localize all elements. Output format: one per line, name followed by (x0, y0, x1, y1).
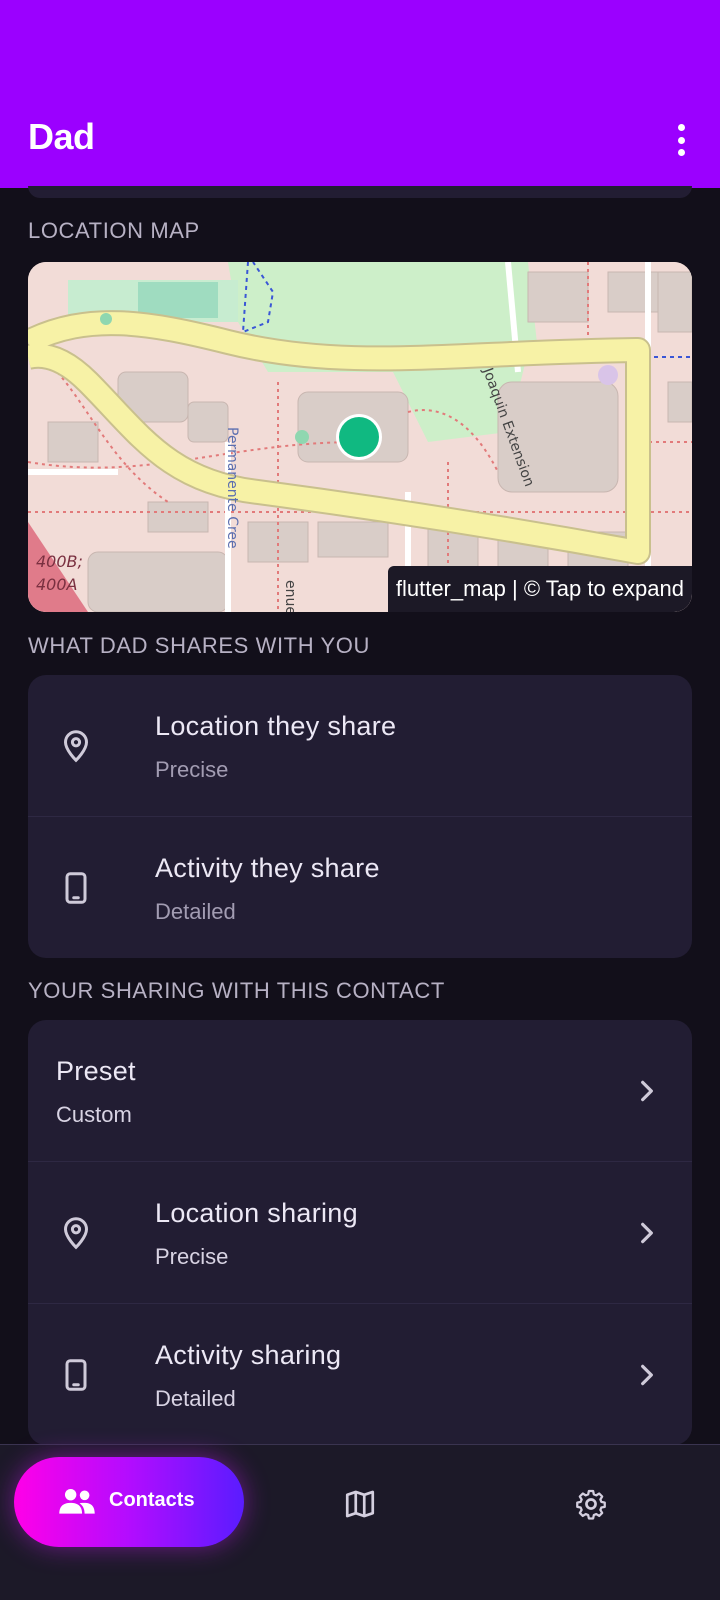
section-label-shares-with-you: WHAT DAD SHARES WITH YOU (28, 633, 370, 658)
map-icon[interactable] (343, 1487, 377, 1521)
map-label-street-bottom: enue (282, 580, 298, 612)
more-options-icon[interactable] (676, 124, 686, 156)
list-item-preset[interactable]: Preset Custom (28, 1020, 692, 1161)
location-map[interactable]: Permanente Cree Joaquin Extension 400B; … (28, 262, 692, 612)
list-item-location-sharing[interactable]: Location sharing Precise (28, 1161, 692, 1303)
map-label-building2: 400A (36, 575, 77, 594)
list-item-value: Custom (56, 1102, 132, 1127)
list-item-activity-they-share: Activity they share Detailed (28, 816, 692, 958)
list-item-value: Detailed (155, 1386, 236, 1411)
map-attribution[interactable]: flutter_map | © Tap to expand (387, 566, 692, 612)
location-pin-icon (63, 729, 89, 762)
map-tiles: Permanente Cree Joaquin Extension 400B; … (28, 262, 692, 612)
bottom-navigation: Contacts (0, 1444, 720, 1600)
chevron-right-icon (641, 1364, 653, 1385)
list-item-title: Activity sharing (155, 1340, 342, 1370)
section-label-location-map: LOCATION MAP (28, 218, 200, 243)
list-item-title: Location they share (155, 711, 397, 741)
list-item-value: Detailed (155, 899, 236, 924)
list-item-title: Location sharing (155, 1198, 358, 1228)
phone-icon (65, 871, 87, 904)
chevron-right-icon (641, 1222, 653, 1243)
location-marker (339, 417, 379, 457)
map-label-street-left: Permanente Cree (224, 427, 240, 549)
shares-card: Location they share Precise Activity the… (28, 675, 692, 958)
previous-card-edge (28, 186, 692, 198)
people-icon (59, 1488, 95, 1514)
section-label-your-sharing: YOUR SHARING WITH THIS CONTACT (28, 978, 445, 1003)
list-item-value: Precise (155, 1244, 229, 1269)
chevron-right-icon (641, 1080, 653, 1101)
list-item-title: Activity they share (155, 853, 380, 883)
phone-icon (65, 1358, 87, 1391)
page-title: Dad (28, 116, 95, 157)
list-item-activity-sharing[interactable]: Activity sharing Detailed (28, 1303, 692, 1445)
sharing-card: Preset Custom Location sharing Precise A… (28, 1020, 692, 1445)
list-item-title: Preset (56, 1056, 136, 1086)
nav-contacts-button[interactable]: Contacts (14, 1457, 244, 1547)
location-pin-icon (63, 1216, 89, 1249)
nav-contacts-label: Contacts (109, 1489, 195, 1511)
app-bar: Dad (0, 0, 720, 188)
map-label-building: 400B; (36, 552, 83, 571)
list-item-value: Precise (155, 757, 229, 782)
list-item-location-they-share: Location they share Precise (28, 675, 692, 816)
gear-icon[interactable] (574, 1487, 608, 1521)
